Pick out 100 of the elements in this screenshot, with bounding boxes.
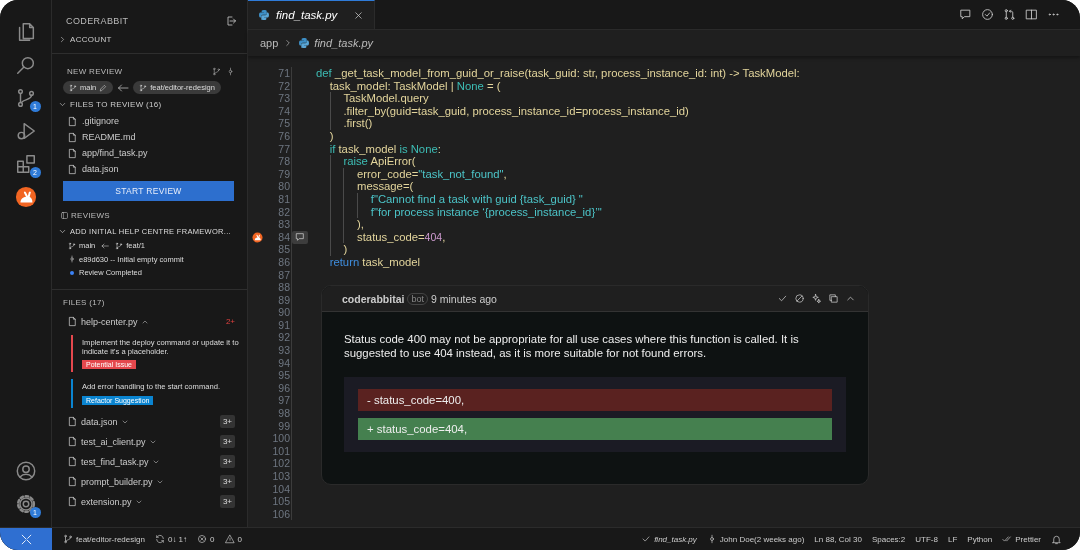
line-number: 87 xyxy=(277,268,290,282)
branch-icon[interactable] xyxy=(212,67,221,76)
status-item[interactable]: 0 xyxy=(224,534,242,544)
comment-count: 3+ xyxy=(219,475,235,489)
status-item[interactable]: LF xyxy=(947,534,958,544)
status-item[interactable]: UTF-8 xyxy=(915,534,938,544)
comment-count: 3+ xyxy=(219,415,235,429)
run-debug-icon[interactable] xyxy=(14,120,37,142)
line-number: 97 xyxy=(277,394,290,408)
line-number: 88 xyxy=(277,281,290,294)
file-item[interactable]: help-center.py xyxy=(67,316,149,327)
branch-icon xyxy=(115,241,124,250)
line-number: 103 xyxy=(271,470,290,483)
file-item[interactable]: prompt_builder.py xyxy=(67,476,164,488)
line-number: 100 xyxy=(271,432,290,445)
file-item[interactable]: README.md xyxy=(52,129,247,145)
remote-button[interactable] xyxy=(0,528,52,550)
status-item[interactable]: Prettier xyxy=(1002,534,1041,544)
status-item[interactable]: 0↓ 1↑ xyxy=(154,534,188,544)
extensions-icon[interactable] xyxy=(14,153,37,175)
code-line: def _get_task_model_from_guid_or_raise(task_guid: str, process_instance_id: int) -> TaskModel: xyxy=(316,67,800,80)
commit-icon[interactable] xyxy=(226,67,235,76)
branch-icon xyxy=(69,83,77,92)
commit-icon xyxy=(68,255,76,264)
status-item[interactable]: feat/editor-redesign xyxy=(63,534,145,544)
code-line: message=( xyxy=(316,180,414,193)
account-icon[interactable] xyxy=(14,460,37,482)
rabbit-logo-icon[interactable] xyxy=(14,186,37,208)
breadcrumb-item[interactable]: app xyxy=(260,37,279,49)
code-line: status_code=404, xyxy=(316,230,446,244)
file-icon xyxy=(67,436,78,448)
line-number: 84 xyxy=(277,230,290,244)
block-icon[interactable] xyxy=(794,293,805,304)
check-circle-icon[interactable] xyxy=(981,8,994,21)
line-number: 75 xyxy=(277,117,290,130)
branch-icon xyxy=(63,534,73,544)
editor-tab[interactable]: find_task.py xyxy=(248,0,376,29)
line-number: 91 xyxy=(277,318,290,332)
python-icon xyxy=(298,37,311,49)
code-line: f"Cannot find a task with guid {task_guid} " xyxy=(316,192,583,206)
code-line: .filter_by(guid=task_guid, process_instance_id=process_instance_id) xyxy=(316,104,689,118)
status-item[interactable]: find_task.py xyxy=(641,534,697,544)
status-item[interactable]: Spaces:2 xyxy=(871,534,906,544)
pull-request-icon[interactable] xyxy=(1003,8,1016,21)
section-toggle[interactable]: ACCOUNT xyxy=(52,31,247,48)
line-number: 105 xyxy=(271,495,290,508)
branch-icon xyxy=(68,241,76,250)
chevron-right-icon xyxy=(58,35,67,44)
comment-text: Status code 400 may not be appropriate for all use cases where this function is called. It is suggested to use 404 instead, as it is more suitable for not found errors. xyxy=(344,332,800,360)
arrow-left-icon xyxy=(117,81,130,94)
branch-icon xyxy=(139,83,148,92)
file-icon xyxy=(67,476,78,488)
pencil-icon[interactable] xyxy=(99,83,108,92)
code-line: task_model: TaskModel | None = ( xyxy=(328,79,501,93)
line-number: 85 xyxy=(277,243,290,256)
search-icon[interactable] xyxy=(14,54,37,76)
line-number: 106 xyxy=(271,507,290,521)
file-item[interactable]: extension.py xyxy=(67,496,143,508)
line-number: 74 xyxy=(277,104,290,118)
file-item[interactable]: test_find_task.py xyxy=(67,456,160,468)
file-icon xyxy=(67,456,78,468)
breadcrumb-item[interactable]: find_task.py xyxy=(298,37,374,49)
status-item[interactable]: John Doe(2 weeks ago) xyxy=(706,534,805,544)
panel-icon xyxy=(60,211,69,220)
rabbit-logo-icon[interactable] xyxy=(252,231,263,243)
line-number: 102 xyxy=(271,457,290,470)
sync-icon xyxy=(154,534,165,544)
copy-icon[interactable] xyxy=(828,293,839,304)
remote-icon xyxy=(19,532,33,546)
line-number: 92 xyxy=(277,331,290,345)
line-number: 79 xyxy=(277,167,290,181)
file-item[interactable]: data.json xyxy=(67,416,129,428)
line-number: 96 xyxy=(277,381,290,395)
status-item[interactable]: Ln 88, Col 30 xyxy=(814,534,862,544)
code-line: if task_model is None: xyxy=(328,142,441,156)
start-review-button[interactable]: START REVIEW xyxy=(63,181,234,201)
settings-icon[interactable] xyxy=(14,493,37,515)
section-toggle[interactable]: FILES TO REVIEW (16) xyxy=(52,96,247,113)
comment-icon[interactable] xyxy=(959,8,972,21)
file-item[interactable]: app/find_task.py xyxy=(52,145,247,161)
line-number: 89 xyxy=(277,293,290,307)
code-line: ) xyxy=(328,129,334,143)
status-item[interactable]: 0 xyxy=(197,534,215,544)
file-item[interactable]: test_ai_client.py xyxy=(67,436,157,448)
status-dot xyxy=(70,270,74,275)
bell-icon[interactable] xyxy=(1051,533,1062,545)
file-icon xyxy=(67,496,78,508)
line-number: 82 xyxy=(277,205,290,219)
sparkle-icon[interactable] xyxy=(811,293,822,304)
split-editor-icon[interactable] xyxy=(1025,8,1038,21)
file-icon xyxy=(67,416,78,428)
line-number: 73 xyxy=(277,92,290,105)
close-icon[interactable] xyxy=(353,9,365,21)
line-number: 86 xyxy=(277,255,290,269)
check-icon[interactable] xyxy=(777,293,788,304)
file-item[interactable]: .gitignore xyxy=(52,113,247,129)
exit-icon[interactable] xyxy=(225,15,237,27)
section-title: NEW REVIEW xyxy=(67,67,123,76)
status-item[interactable]: Python xyxy=(967,534,993,544)
file-item[interactable]: data.json xyxy=(52,161,247,177)
